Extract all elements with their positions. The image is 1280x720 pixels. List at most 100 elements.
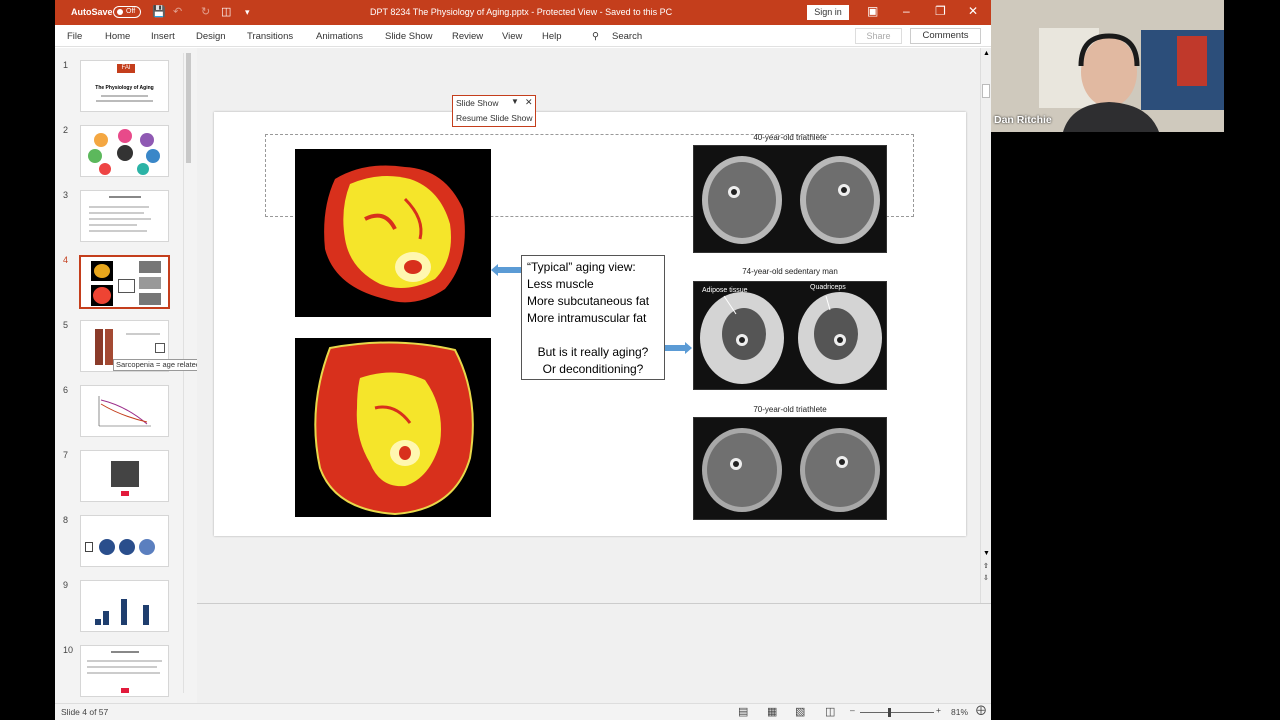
thigh-scan-image: [700, 292, 882, 384]
tab-file[interactable]: File: [67, 31, 82, 42]
presenter-video: [991, 0, 1224, 132]
slide-sorter-icon[interactable]: ▦: [767, 705, 777, 718]
presenter-name: Dan Ritchie: [994, 114, 1052, 126]
callout-line: More intramuscular fat: [527, 311, 647, 325]
mri-74-year-old-sedentary: Adipose tissue Quadriceps: [693, 281, 887, 390]
reading-view-icon[interactable]: ▧: [795, 705, 805, 718]
notes-divider[interactable]: [197, 603, 991, 604]
comments-button[interactable]: Comments: [910, 28, 981, 44]
slide-thumb-7[interactable]: [80, 450, 169, 502]
thumb-number: 6: [63, 385, 69, 395]
resume-slide-show-button[interactable]: Resume Slide Show: [456, 113, 533, 123]
powerpoint-window: AutoSave Off 💾 ↶ ↻ ◫ ▾ DPT 8234 The Phys…: [55, 0, 991, 720]
normal-view-icon[interactable]: ▤: [738, 705, 748, 718]
thumb1-title: The Physiology of Aging: [95, 85, 154, 91]
slide-editor: “Typical” aging view: Less muscle More s…: [197, 48, 991, 703]
webcam-feed: Dan Ritchie: [991, 0, 1224, 132]
right-arrow-icon: [662, 342, 692, 354]
fai-logo: FAI: [117, 64, 135, 73]
next-slide-icon[interactable]: ⇩: [983, 574, 989, 582]
search-box[interactable]: Search: [612, 31, 642, 42]
ribbon-tabs: File Home Insert Design Transitions Anim…: [55, 25, 991, 47]
zoom-out-icon[interactable]: –: [850, 705, 855, 715]
tab-help[interactable]: Help: [542, 31, 562, 42]
thumb-number: 9: [63, 580, 69, 590]
mri-70-year-old-triathlete: [693, 417, 887, 520]
scroll-up-icon[interactable]: ▲: [983, 50, 990, 57]
popup-dropdown-icon[interactable]: ▼: [511, 97, 519, 106]
autosave-toggle[interactable]: Off: [113, 6, 141, 18]
slide-counter: Slide 4 of 57: [61, 707, 109, 717]
zoom-level[interactable]: 81%: [951, 707, 968, 717]
slideshow-view-icon[interactable]: ◫: [825, 705, 835, 718]
tab-review[interactable]: Review: [452, 31, 483, 42]
undo-icon[interactable]: ↶: [173, 5, 182, 18]
callout-question: But is it really aging?: [537, 345, 649, 359]
thumb-number: 3: [63, 190, 69, 200]
zoom-slider[interactable]: [860, 712, 934, 713]
left-black-bar: [0, 0, 55, 720]
fit-slide-icon[interactable]: ⨁: [976, 705, 986, 716]
callout-line: Less muscle: [527, 277, 594, 291]
slide-thumb-4[interactable]: [79, 255, 170, 309]
quadriceps-label: Quadriceps: [810, 284, 846, 291]
tab-slide-show[interactable]: Slide Show: [385, 31, 433, 42]
document-title: DPT 8234 The Physiology of Aging.pptx - …: [370, 7, 673, 17]
popup-close-icon[interactable]: ✕: [525, 97, 533, 108]
thumb-number: 5: [63, 320, 69, 330]
tab-transitions[interactable]: Transitions: [247, 31, 293, 42]
slide-thumbnail-pane: 1 FAI The Physiology of Aging 2 3 4 5 Sa…: [55, 48, 243, 703]
mri-40-year-old-triathlete: [693, 145, 887, 253]
thigh-scan-image: [702, 428, 880, 512]
restore-icon[interactable]: ❐: [935, 4, 946, 18]
tab-design[interactable]: Design: [196, 31, 226, 42]
sign-in-button[interactable]: Sign in: [807, 5, 849, 20]
callout-line: More subcutaneous fat: [527, 294, 650, 308]
thumbnail-scrollbar[interactable]: [183, 53, 193, 693]
thumb2-graphic: [88, 129, 160, 175]
left-arrow-icon: [491, 264, 521, 276]
thumb-number: 2: [63, 125, 69, 135]
editor-scrollbar[interactable]: ▲ ▼ ⇧ ⇩: [980, 48, 991, 603]
popup-title: Slide Show: [456, 98, 499, 108]
search-icon[interactable]: ⚲: [592, 31, 599, 42]
previous-slide-icon[interactable]: ⇧: [983, 562, 989, 570]
status-bar: Slide 4 of 57 ▤ ▦ ▧ ◫ – + 81% ⨁: [55, 703, 991, 720]
present-icon[interactable]: ◫: [221, 5, 231, 18]
editor-scroll-handle[interactable]: [982, 84, 990, 98]
zoom-slider-thumb[interactable]: [888, 708, 891, 717]
tab-insert[interactable]: Insert: [151, 31, 175, 42]
share-button[interactable]: Share: [855, 28, 902, 44]
tab-animations[interactable]: Animations: [316, 31, 363, 42]
callout-heading: “Typical” aging view:: [527, 260, 636, 274]
slide-thumb-1[interactable]: FAI The Physiology of Aging: [80, 60, 169, 112]
minimize-icon[interactable]: –: [903, 4, 910, 18]
slide-thumb-10[interactable]: [80, 645, 169, 697]
aging-view-textbox[interactable]: “Typical” aging view: Less muscle More s…: [521, 255, 665, 380]
current-slide[interactable]: “Typical” aging view: Less muscle More s…: [214, 112, 966, 536]
thumbnail-scroll-handle[interactable]: [186, 53, 191, 163]
zoom-in-icon[interactable]: +: [936, 705, 941, 715]
slide-thumb-6[interactable]: [80, 385, 169, 437]
autosave-label: AutoSave: [71, 7, 113, 17]
tab-home[interactable]: Home: [105, 31, 130, 42]
slide-thumb-2[interactable]: [80, 125, 169, 177]
slide-thumb-9[interactable]: [80, 580, 169, 632]
redo-icon[interactable]: ↻: [201, 5, 210, 18]
right-black-area: Dan Ritchie: [991, 0, 1280, 720]
tab-view[interactable]: View: [502, 31, 522, 42]
slide-thumb-8[interactable]: [80, 515, 169, 567]
ribbon-display-icon[interactable]: ▣: [867, 4, 878, 18]
slide-thumb-3[interactable]: [80, 190, 169, 242]
scan-caption: 40-year-old triathlete: [753, 133, 827, 142]
thigh-mri-top: [295, 149, 491, 317]
scan-caption: 74-year-old sedentary man: [742, 267, 838, 276]
thumb6-chart: [98, 396, 151, 427]
customize-toolbar-icon[interactable]: ▾: [245, 7, 250, 18]
scan-caption: 70-year-old triathlete: [753, 405, 827, 414]
scroll-down-icon[interactable]: ▼: [983, 550, 990, 557]
thumb-number: 10: [63, 645, 74, 655]
save-icon[interactable]: 💾: [152, 5, 166, 18]
slide-show-popup: Slide Show ▼ ✕ Resume Slide Show: [452, 95, 536, 127]
close-icon[interactable]: ✕: [968, 4, 978, 18]
